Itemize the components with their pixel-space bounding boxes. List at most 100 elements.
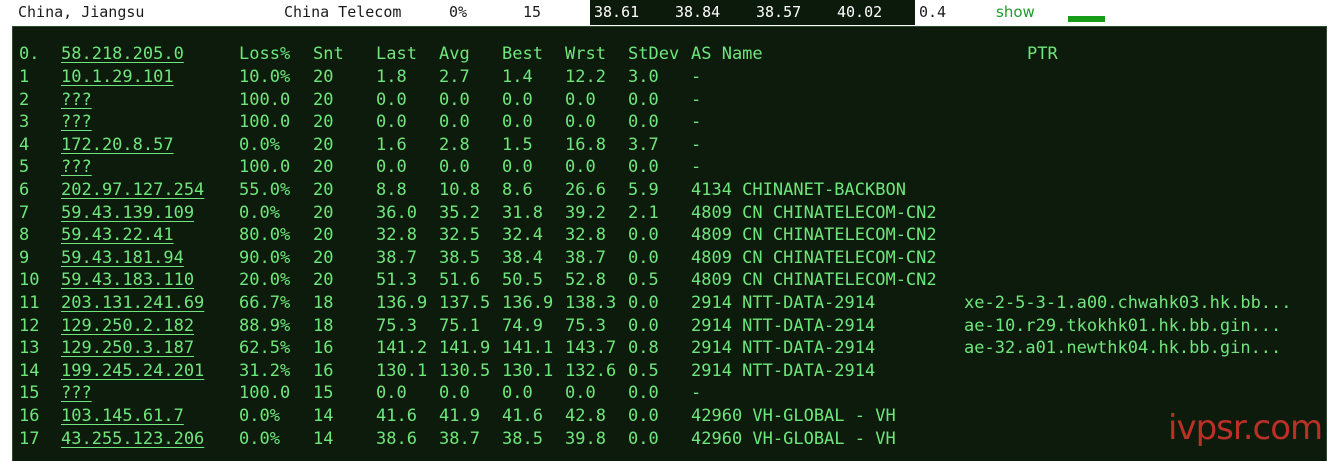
cell-best: 0.0 — [502, 112, 533, 133]
cell-host[interactable]: 172.20.8.57 — [61, 134, 174, 156]
cell-snt: 14 — [313, 406, 334, 426]
cell-wrst: 52.8 — [565, 270, 606, 291]
cell-avg: 0.0 — [439, 89, 470, 110]
cell-snt: 20 — [313, 247, 334, 268]
cell-avg: 10.8 — [439, 180, 480, 200]
cell-host[interactable]: 59.43.139.109 — [61, 202, 194, 224]
cell-as[interactable]: 4809 CN CHINATELECOM-CN2 — [691, 202, 937, 224]
cell-as: - — [691, 134, 702, 155]
header-host[interactable]: 58.218.205.0 — [61, 43, 184, 65]
isp-text: China Telecom — [284, 3, 402, 21]
cell-host[interactable]: 59.43.22.41 — [61, 224, 174, 246]
cell-host[interactable]: 202.97.127.254 — [61, 179, 204, 201]
cell-last: 38.7 — [376, 247, 417, 268]
cell-host[interactable]: 103.145.61.7 — [61, 405, 184, 427]
cell-hop: 7 — [19, 202, 30, 223]
cell-as[interactable]: 4809 CN CHINATELECOM-CN2 — [691, 247, 937, 269]
best-text: 38.57 — [756, 3, 802, 21]
cell-wrst: 0.0 — [565, 89, 596, 110]
cell-host[interactable]: 129.250.3.187 — [61, 337, 194, 359]
cell-hop: 14 — [19, 360, 40, 381]
cell-as[interactable]: 4134 CHINANET-BACKBON — [691, 179, 906, 201]
cell-last: 130.1 — [376, 360, 428, 381]
cell-stdev: 2.1 — [628, 202, 659, 223]
cell-as[interactable]: 4809 CN CHINATELECOM-CN2 — [691, 269, 937, 291]
cell-last: 8.8 — [376, 180, 407, 200]
cell-best: 0.0 — [502, 89, 533, 110]
cell-hop: 3 — [19, 112, 30, 133]
cell-last: 0.0 — [376, 89, 407, 110]
cell-snt: 16 — [313, 338, 334, 359]
cell-avg: 0.0 — [439, 383, 470, 404]
cell-host[interactable]: ??? — [61, 111, 92, 133]
cell-as[interactable]: 2914 NTT-DATA-2914 — [691, 337, 875, 359]
cell-wrst: 132.6 — [565, 360, 617, 381]
cell-ptr: ae-32.a01.newthk04.hk.bb.gin... — [964, 338, 1282, 359]
cell-wrst: 16.8 — [565, 134, 606, 155]
avg-text: 38.84 — [675, 3, 721, 21]
cell-wrst: 42.8 — [565, 406, 606, 426]
last-text: 38.61 — [594, 3, 640, 21]
cell-stdev: 0.0 — [628, 112, 659, 133]
cell-host[interactable]: ??? — [61, 89, 92, 111]
cell-hop: 11 — [19, 293, 40, 313]
cell-last: 1.8 — [376, 67, 407, 87]
cell-loss: 20.0% — [239, 270, 291, 291]
cell-as[interactable]: 2914 NTT-DATA-2914 — [691, 292, 875, 314]
cell-stdev: 0.0 — [628, 293, 659, 313]
cell-as[interactable]: 42960 VH-GLOBAL - VH — [691, 428, 896, 450]
cell-loss: 100.0 — [239, 89, 291, 110]
cell-avg: 137.5 — [439, 293, 491, 313]
cell-hop: 17 — [19, 428, 40, 449]
cell-as[interactable]: 4809 CN CHINATELECOM-CN2 — [691, 224, 937, 246]
cell-avg: 2.8 — [439, 134, 470, 155]
cell-as[interactable]: 2914 NTT-DATA-2914 — [691, 360, 875, 382]
header-avg: Avg — [439, 44, 470, 64]
cell-as: - — [691, 112, 702, 133]
cell-stdev: 3.7 — [628, 134, 659, 155]
cell-as[interactable]: 42960 VH-GLOBAL - VH — [691, 405, 896, 427]
cell-hop: 16 — [19, 406, 40, 426]
cell-loss: 88.9% — [239, 315, 291, 336]
cell-best: 1.5 — [502, 134, 533, 155]
cell-host[interactable]: 199.245.24.201 — [61, 360, 204, 382]
cell-stdev: 0.0 — [628, 406, 659, 426]
cell-host[interactable]: 203.131.241.69 — [61, 292, 204, 314]
cell-stdev: 0.0 — [628, 225, 659, 246]
cell-as[interactable]: 2914 NTT-DATA-2914 — [691, 315, 875, 337]
sent-text: 15 — [523, 3, 542, 21]
cell-best: 136.9 — [502, 293, 554, 313]
cell-wrst: 0.0 — [565, 112, 596, 133]
cell-hop: 2 — [19, 89, 30, 110]
show-link[interactable]: show — [996, 0, 1035, 25]
cell-host[interactable]: 43.255.123.206 — [61, 428, 204, 450]
cell-last: 38.6 — [376, 428, 417, 449]
cell-last: 141.2 — [376, 338, 428, 359]
cell-last: 41.6 — [376, 406, 417, 426]
cell-snt: 20 — [313, 202, 334, 223]
cell-wrst: 138.3 — [565, 293, 617, 313]
cell-best: 74.9 — [502, 315, 543, 336]
cell-wrst: 0.0 — [565, 383, 596, 404]
cell-loss: 55.0% — [239, 180, 291, 200]
cell-last: 75.3 — [376, 315, 417, 336]
cell-loss: 100.0 — [239, 157, 291, 178]
cell-host[interactable]: 10.1.29.101 — [61, 66, 174, 88]
cell-host[interactable]: 59.43.181.94 — [61, 247, 184, 269]
cell-snt: 20 — [313, 134, 334, 155]
cell-host[interactable]: 59.43.183.110 — [61, 269, 194, 291]
cell-as: - — [691, 383, 702, 404]
cell-host[interactable]: 129.250.2.182 — [61, 315, 194, 337]
cell-hop: 5 — [19, 157, 30, 178]
cell-loss: 80.0% — [239, 225, 291, 246]
cell-host[interactable]: ??? — [61, 156, 92, 178]
cell-avg: 141.9 — [439, 338, 491, 359]
cell-host[interactable]: ??? — [61, 382, 92, 404]
mtr-terminal: 0. 58.218.205.0 Loss% Snt Last Avg Best … — [12, 26, 1327, 461]
cell-hop: 13 — [19, 338, 40, 359]
cell-snt: 20 — [313, 225, 334, 246]
cell-snt: 20 — [313, 270, 334, 291]
header-loss: Loss% — [239, 44, 291, 64]
header-stdev: StDev — [628, 44, 680, 64]
cell-wrst: 0.0 — [565, 157, 596, 178]
